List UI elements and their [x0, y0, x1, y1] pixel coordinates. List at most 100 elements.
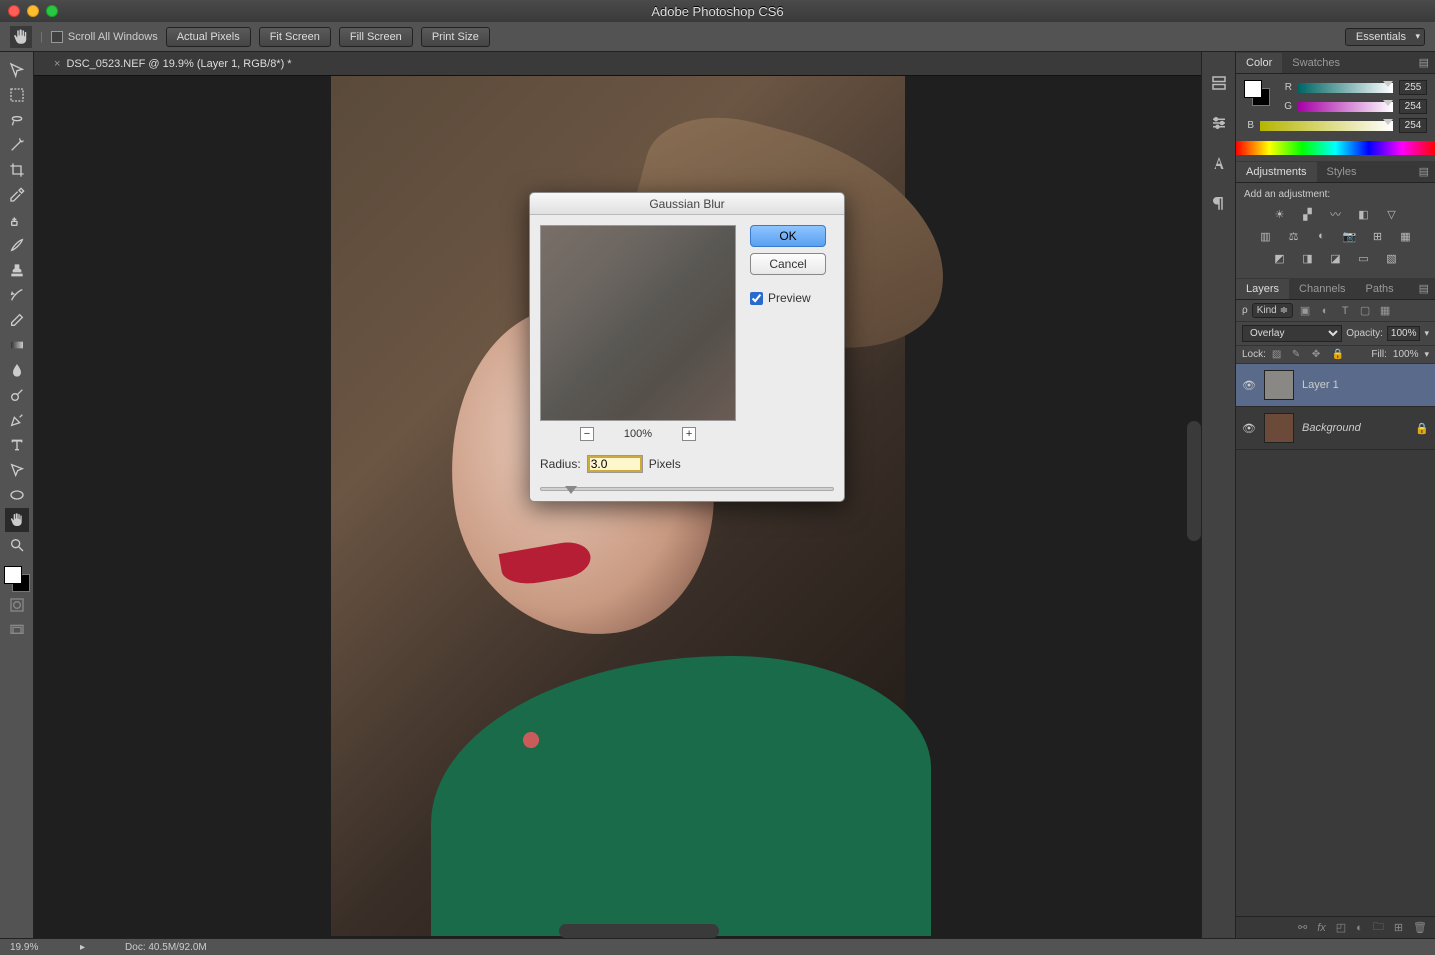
- layer-visibility-icon[interactable]: 👁: [1242, 422, 1256, 435]
- blur-tool-icon[interactable]: [5, 358, 29, 382]
- layers-tab[interactable]: Layers: [1236, 279, 1289, 299]
- filter-pixel-icon[interactable]: ▣: [1297, 304, 1313, 317]
- hand-tool-icon[interactable]: [5, 508, 29, 532]
- threshold-icon[interactable]: ◪: [1326, 250, 1346, 266]
- history-brush-tool-icon[interactable]: [5, 283, 29, 307]
- ok-button[interactable]: OK: [750, 225, 826, 247]
- magic-wand-tool-icon[interactable]: [5, 133, 29, 157]
- marquee-tool-icon[interactable]: [5, 83, 29, 107]
- fill-screen-button[interactable]: Fill Screen: [339, 27, 413, 47]
- layer-visibility-icon[interactable]: 👁: [1242, 379, 1256, 392]
- hue-sat-icon[interactable]: ▥: [1256, 228, 1276, 244]
- document-tab[interactable]: × DSC_0523.NEF @ 19.9% (Layer 1, RGB/8*)…: [46, 54, 300, 74]
- new-adjustment-layer-icon[interactable]: ◐: [1356, 922, 1363, 934]
- pen-tool-icon[interactable]: [5, 408, 29, 432]
- styles-tab[interactable]: Styles: [1317, 162, 1367, 182]
- zoom-tool-icon[interactable]: [5, 533, 29, 557]
- dialog-preview-image[interactable]: [540, 225, 736, 421]
- green-slider[interactable]: [1298, 102, 1393, 112]
- stamp-tool-icon[interactable]: [5, 258, 29, 282]
- properties-panel-icon[interactable]: [1208, 112, 1230, 134]
- blue-slider[interactable]: [1260, 121, 1393, 131]
- red-slider[interactable]: [1298, 83, 1393, 93]
- lock-pixels-icon[interactable]: ✎: [1292, 349, 1306, 360]
- vibrance-icon[interactable]: ▽: [1382, 206, 1402, 222]
- layer-filter-kind[interactable]: Kind ≑: [1252, 303, 1293, 318]
- blue-value[interactable]: 254: [1399, 118, 1427, 133]
- path-select-tool-icon[interactable]: [5, 458, 29, 482]
- preview-checkbox[interactable]: Preview: [750, 291, 826, 305]
- color-tab[interactable]: Color: [1236, 53, 1282, 73]
- invert-icon[interactable]: ◩: [1270, 250, 1290, 266]
- fit-screen-button[interactable]: Fit Screen: [259, 27, 331, 47]
- horizontal-scrollbar[interactable]: [559, 924, 719, 938]
- layer-thumbnail[interactable]: [1264, 413, 1294, 443]
- foreground-background-swatch[interactable]: [1244, 80, 1270, 106]
- lock-transparency-icon[interactable]: ▨: [1272, 349, 1286, 360]
- filter-adjust-icon[interactable]: ◐: [1317, 305, 1333, 317]
- channel-mixer-icon[interactable]: ⊞: [1368, 228, 1388, 244]
- vertical-scrollbar[interactable]: [1187, 421, 1201, 541]
- layer-row[interactable]: 👁Background🔒: [1236, 407, 1435, 450]
- crop-tool-icon[interactable]: [5, 158, 29, 182]
- gradient-tool-icon[interactable]: [5, 333, 29, 357]
- channels-tab[interactable]: Channels: [1289, 279, 1355, 299]
- filter-smart-icon[interactable]: ▦: [1377, 304, 1393, 317]
- swatches-tab[interactable]: Swatches: [1282, 53, 1350, 73]
- red-value[interactable]: 255: [1399, 80, 1427, 95]
- radius-input[interactable]: [587, 455, 643, 473]
- radius-slider[interactable]: [540, 487, 834, 491]
- tab-close-icon[interactable]: ×: [54, 58, 60, 70]
- status-info-icon[interactable]: ▸: [80, 942, 85, 953]
- layer-row[interactable]: 👁Layer 1: [1236, 364, 1435, 407]
- layer-mask-icon[interactable]: ◰: [1336, 921, 1346, 934]
- curves-icon[interactable]: 〰: [1326, 206, 1346, 222]
- spectrum-ramp[interactable]: [1236, 141, 1435, 155]
- exposure-icon[interactable]: ◧: [1354, 206, 1374, 222]
- gradient-map-icon[interactable]: ▭: [1354, 250, 1374, 266]
- type-tool-icon[interactable]: [5, 433, 29, 457]
- black-white-icon[interactable]: ◐: [1312, 228, 1332, 244]
- levels-icon[interactable]: ▞: [1298, 206, 1318, 222]
- status-zoom[interactable]: 19.9%: [10, 942, 80, 953]
- paragraph-panel-icon[interactable]: [1208, 192, 1230, 214]
- panel-menu-icon[interactable]: ▤: [1413, 282, 1435, 295]
- color-lookup-icon[interactable]: ▦: [1396, 228, 1416, 244]
- healing-brush-tool-icon[interactable]: [5, 208, 29, 232]
- paths-tab[interactable]: Paths: [1356, 279, 1404, 299]
- dodge-tool-icon[interactable]: [5, 383, 29, 407]
- color-swatches[interactable]: [4, 566, 30, 592]
- lock-position-icon[interactable]: ✥: [1312, 349, 1326, 360]
- lasso-tool-icon[interactable]: [5, 108, 29, 132]
- brightness-contrast-icon[interactable]: ☀: [1270, 206, 1290, 222]
- quick-mask-icon[interactable]: [5, 593, 29, 617]
- selective-color-icon[interactable]: ▧: [1382, 250, 1402, 266]
- screen-mode-icon[interactable]: [5, 618, 29, 642]
- brush-tool-icon[interactable]: [5, 233, 29, 257]
- panel-menu-icon[interactable]: ▤: [1413, 165, 1435, 178]
- blend-mode-select[interactable]: Overlay: [1242, 325, 1342, 342]
- new-group-icon[interactable]: 🗀: [1373, 918, 1384, 937]
- green-value[interactable]: 254: [1399, 99, 1427, 114]
- zoom-in-button[interactable]: +: [682, 427, 696, 441]
- filter-shape-icon[interactable]: ▢: [1357, 304, 1373, 317]
- eraser-tool-icon[interactable]: [5, 308, 29, 332]
- scroll-all-windows-checkbox[interactable]: Scroll All Windows: [51, 31, 158, 43]
- adjustments-tab[interactable]: Adjustments: [1236, 162, 1317, 182]
- layer-thumbnail[interactable]: [1264, 370, 1294, 400]
- zoom-out-button[interactable]: −: [580, 427, 594, 441]
- link-layers-icon[interactable]: ⚯: [1298, 921, 1307, 934]
- posterize-icon[interactable]: ◨: [1298, 250, 1318, 266]
- filter-type-icon[interactable]: T: [1337, 305, 1353, 317]
- actual-pixels-button[interactable]: Actual Pixels: [166, 27, 251, 47]
- print-size-button[interactable]: Print Size: [421, 27, 490, 47]
- workspace-switcher[interactable]: Essentials: [1345, 28, 1425, 46]
- new-layer-icon[interactable]: ⊞: [1394, 921, 1403, 934]
- opacity-value[interactable]: 100%: [1387, 326, 1421, 341]
- fill-value[interactable]: 100%: [1393, 349, 1419, 360]
- character-panel-icon[interactable]: [1208, 152, 1230, 174]
- color-balance-icon[interactable]: ⚖: [1284, 228, 1304, 244]
- eyedropper-tool-icon[interactable]: [5, 183, 29, 207]
- photo-filter-icon[interactable]: 📷: [1340, 228, 1360, 244]
- layer-style-icon[interactable]: fx: [1317, 922, 1326, 934]
